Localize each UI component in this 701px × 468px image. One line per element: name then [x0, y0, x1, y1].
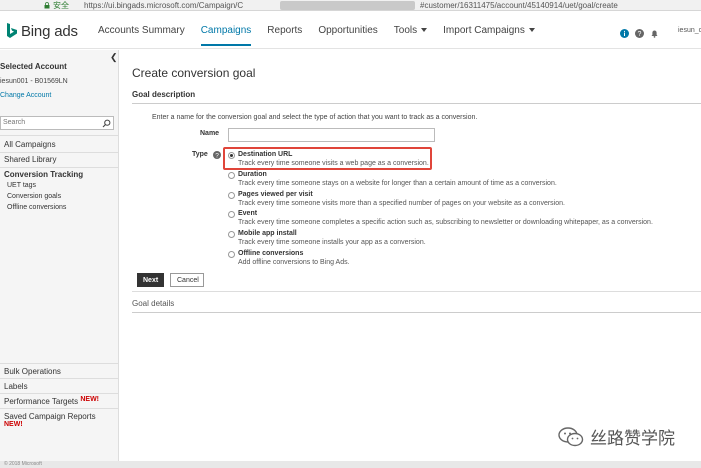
option-title: Event — [238, 210, 258, 217]
divider — [132, 312, 701, 313]
sidebar-item-uet-tags[interactable]: UET tags — [7, 182, 36, 189]
sidebar-item-offline-conversions[interactable]: Offline conversions — [7, 204, 66, 211]
help-icon[interactable]: ? — [213, 151, 221, 159]
nav-reports[interactable]: Reports — [267, 12, 302, 49]
blurred-url-segment — [280, 1, 415, 10]
main-content: Create conversion goal Goal description … — [120, 50, 701, 468]
divider — [132, 291, 701, 292]
option-desc: Add offline conversions to Bing Ads. — [238, 259, 350, 266]
brand-name: Bing ads — [21, 22, 78, 40]
sidebar-item-saved-campaign-reports[interactable]: Saved Campaign Reports — [4, 412, 96, 421]
watermark-text: 丝路赞学院 — [590, 429, 675, 449]
option-desc: Track every time someone installs your a… — [238, 239, 426, 246]
sidebar-search[interactable]: Search — [0, 116, 114, 130]
radio-pages-viewed[interactable] — [228, 192, 235, 199]
selected-account-value: iesun001 - B01569LN — [0, 78, 68, 85]
highlight-annotation-box — [223, 147, 432, 170]
top-nav: Accounts Summary Campaigns Reports Oppor… — [98, 12, 551, 49]
option-title: Mobile app install — [238, 230, 297, 237]
divider — [0, 378, 118, 379]
sidebar-item-all-campaigns[interactable]: All Campaigns — [4, 140, 56, 149]
url-text-suffix: #customer/16311475/account/45140914/uet/… — [420, 1, 618, 10]
divider — [0, 167, 118, 168]
option-title: Offline conversions — [238, 250, 304, 257]
sidebar-item-shared-library[interactable]: Shared Library — [4, 155, 56, 164]
radio-offline-conversions[interactable] — [228, 251, 235, 258]
option-title: Duration — [238, 171, 267, 178]
radio-event[interactable] — [228, 211, 235, 218]
option-desc: Track every time someone completes a spe… — [238, 219, 653, 226]
watermark: 丝路赞学院 — [558, 424, 675, 449]
search-icon[interactable] — [102, 119, 111, 128]
search-input[interactable]: Search — [3, 119, 25, 126]
footer-text: © 2018 Microsoft — [4, 461, 42, 467]
divider — [0, 393, 118, 394]
nav-tools-label: Tools — [393, 25, 418, 36]
section-heading-goal-description: Goal description — [132, 90, 196, 99]
header-icons: ? — [620, 25, 659, 38]
goal-name-input[interactable] — [228, 128, 435, 142]
next-button[interactable]: Next — [137, 273, 164, 287]
section-heading-goal-details[interactable]: Goal details — [132, 299, 174, 308]
sidebar-item-bulk-operations[interactable]: Bulk Operations — [4, 367, 61, 376]
sidebar-item-conversion-tracking[interactable]: Conversion Tracking — [4, 170, 83, 179]
new-badge: NEW! — [80, 396, 100, 403]
new-badge: NEW! — [4, 421, 23, 428]
nav-campaigns[interactable]: Campaigns — [200, 12, 251, 49]
collapse-sidebar-icon[interactable]: ❮ — [110, 52, 118, 63]
app-header: Bing ads Accounts Summary Campaigns Repo… — [0, 12, 701, 49]
nav-accounts-summary[interactable]: Accounts Summary — [98, 12, 185, 49]
divider — [0, 152, 118, 153]
performance-targets-label: Performance Targets — [4, 397, 79, 406]
selected-account-label: Selected Account — [0, 62, 67, 71]
divider — [0, 135, 118, 136]
user-name[interactable]: iesun_c — [678, 27, 701, 34]
nav-import-label: Import Campaigns — [443, 25, 525, 36]
chevron-down-icon — [528, 28, 535, 33]
svg-text:?: ? — [215, 152, 219, 159]
sidebar-item-conversion-goals[interactable]: Conversion goals — [7, 193, 61, 200]
info-icon[interactable] — [620, 25, 629, 38]
chevron-down-icon — [421, 28, 428, 33]
page-title: Create conversion goal — [132, 66, 256, 80]
change-account-link[interactable]: Change Account — [0, 92, 51, 99]
cancel-button[interactable]: Cancel — [170, 273, 204, 287]
secure-label: 安全 — [53, 1, 69, 10]
type-label: Type — [192, 151, 208, 158]
divider — [0, 363, 118, 364]
option-title: Pages viewed per visit — [238, 191, 313, 198]
bing-ads-logo[interactable]: Bing ads — [6, 21, 78, 41]
wechat-logo-icon — [558, 426, 584, 446]
nav-tools[interactable]: Tools — [393, 12, 428, 49]
help-icon[interactable]: ? — [635, 25, 644, 38]
page-footer: © 2018 Microsoft — [0, 461, 701, 468]
notification-bell-icon[interactable] — [650, 25, 659, 38]
option-desc: Track every time someone stays on a webs… — [238, 180, 557, 187]
radio-mobile-app-install[interactable] — [228, 231, 235, 238]
sidebar-item-performance-targets[interactable]: Performance Targets NEW! — [4, 396, 100, 406]
svg-text:?: ? — [638, 31, 642, 38]
instruction-text: Enter a name for the conversion goal and… — [152, 114, 478, 121]
browser-address-bar[interactable]: 安全 https://ui.bingads.microsoft.com/Camp… — [0, 0, 701, 11]
name-label: Name — [200, 130, 220, 137]
left-sidebar: ❮ Selected Account iesun001 - B01569LN C… — [0, 50, 119, 468]
divider — [132, 103, 701, 104]
nav-opportunities[interactable]: Opportunities — [318, 12, 377, 49]
radio-duration[interactable] — [228, 172, 235, 179]
sidebar-item-labels[interactable]: Labels — [4, 382, 28, 391]
divider — [0, 408, 118, 409]
lock-icon — [44, 2, 50, 9]
url-text: https://ui.bingads.microsoft.com/Campaig… — [84, 1, 244, 10]
option-desc: Track every time someone visits more tha… — [238, 200, 565, 207]
bing-logo-icon — [7, 23, 17, 38]
nav-import-campaigns[interactable]: Import Campaigns — [443, 12, 535, 49]
